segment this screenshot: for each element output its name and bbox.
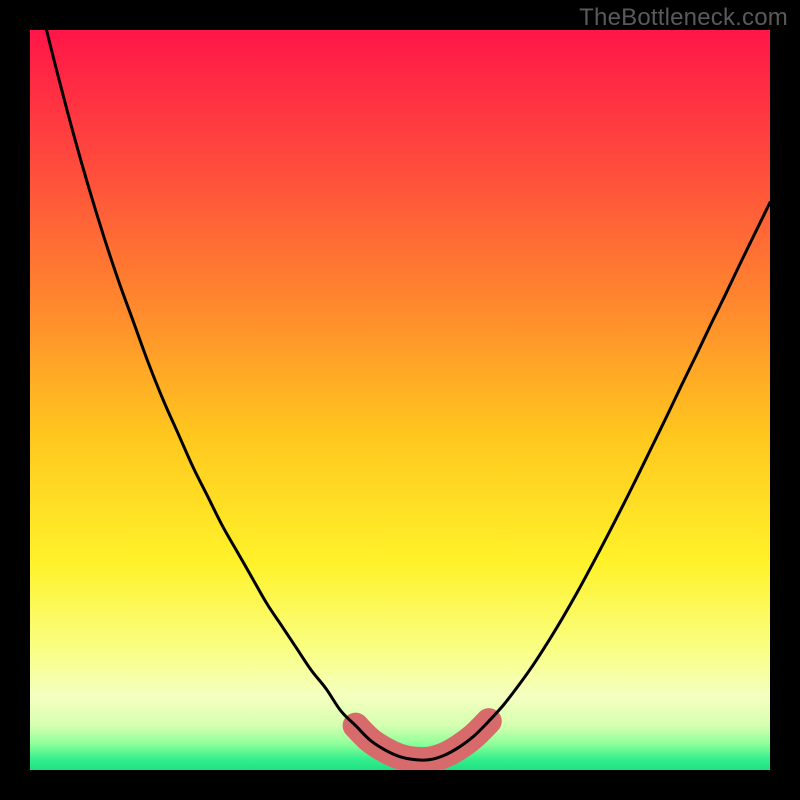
- chart-svg: [30, 30, 770, 770]
- chart-frame: [30, 30, 770, 770]
- bottleneck-curve: [30, 30, 770, 760]
- watermark-text: TheBottleneck.com: [579, 4, 788, 32]
